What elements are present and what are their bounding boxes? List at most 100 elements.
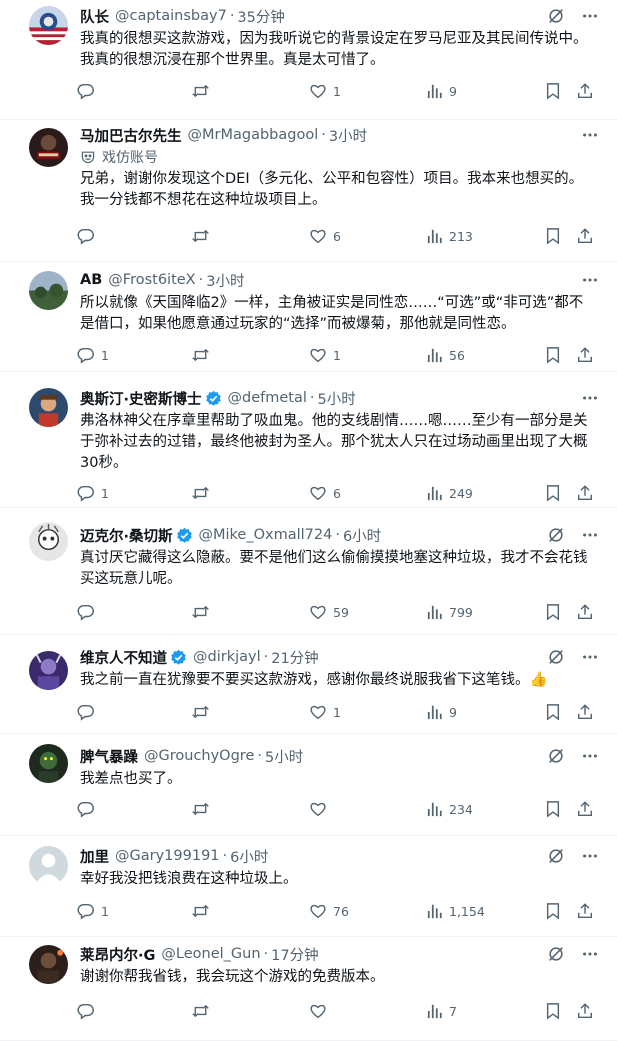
reply-tweet[interactable]: 奥斯汀·史密斯博士 @defmetal · 5小时 弗洛林神父在序章里帮助了吸血鬼。他的… [0,372,617,508]
bookmark-button[interactable] [545,344,561,366]
grok-icon[interactable] [547,945,565,963]
avatar[interactable] [29,651,68,690]
bookmark-button[interactable] [545,701,561,723]
timestamp[interactable]: 6小时 [230,846,268,867]
reply-tweet[interactable]: 莱昂内尔·G @Leonel_Gun · 17分钟 谢谢你帮我省钱，我会玩这个游戏的免费… [0,937,617,1041]
retweet-button[interactable] [191,80,216,102]
display-name[interactable]: 莱昂内尔·G [80,944,155,965]
retweet-button[interactable] [191,601,216,623]
avatar[interactable] [29,945,68,984]
avatar[interactable] [29,388,68,427]
reply-tweet[interactable]: 迈克尔·桑切斯 @Mike_Oxmall724 · 6小时 真讨厌它藏得这么隐蔽。要不是… [0,508,617,635]
more-icon[interactable] [581,648,599,666]
views-button[interactable]: 213 [427,225,473,247]
like-button[interactable]: 6 [309,482,341,504]
avatar[interactable] [29,271,68,310]
reply-button[interactable]: 1 [77,900,109,922]
retweet-button[interactable] [191,344,216,366]
views-button[interactable]: 1,154 [427,900,485,922]
grok-icon[interactable] [547,648,565,666]
views-button[interactable]: 9 [427,701,457,723]
share-button[interactable] [576,344,594,366]
like-button[interactable] [309,798,333,820]
like-button[interactable]: 59 [309,601,349,623]
share-button[interactable] [576,900,594,922]
reply-tweet[interactable]: 马加巴古尔先生 @MrMagabbagool · 3小时 戏仿账号 兄弟，谢谢你发现这个D… [0,120,617,262]
share-button[interactable] [576,701,594,723]
share-button[interactable] [576,798,594,820]
grok-icon[interactable] [547,747,565,765]
user-handle[interactable]: @MrMagabbagool [188,127,319,143]
timestamp[interactable]: 21分钟 [271,647,318,668]
avatar[interactable] [29,846,68,885]
reply-button[interactable] [77,601,101,623]
share-button[interactable] [576,80,594,102]
user-handle[interactable]: @GrouchyOgre [144,748,254,764]
avatar[interactable] [29,522,68,561]
retweet-button[interactable] [191,798,216,820]
bookmark-button[interactable] [545,80,561,102]
bookmark-button[interactable] [545,900,561,922]
timestamp[interactable]: 17分钟 [271,944,318,965]
reply-tweet[interactable]: 队长 @captainsbay7 · 35分钟 我真的很想买这款游戏，因为我听说它的背景… [0,0,617,120]
more-icon[interactable] [581,389,599,407]
reply-button[interactable]: 1 [77,344,109,366]
grok-icon[interactable] [547,847,565,865]
views-button[interactable]: 56 [427,344,465,366]
reply-tweet[interactable]: 维京人不知道 @dirkjayl · 21分钟 我之前一直在犹豫要不要买这款游戏，感谢你… [0,635,617,734]
more-icon[interactable] [581,7,599,25]
views-button[interactable]: 234 [427,798,473,820]
timestamp[interactable]: 35分钟 [237,6,284,27]
grok-icon[interactable] [547,7,565,25]
user-handle[interactable]: @Gary199191 [115,848,220,864]
views-button[interactable]: 7 [427,1000,457,1022]
display-name[interactable]: 马加巴古尔先生 [80,125,182,146]
user-handle[interactable]: @defmetal [228,390,307,406]
more-icon[interactable] [581,271,599,289]
share-button[interactable] [576,1000,594,1022]
like-button[interactable] [309,1000,333,1022]
share-button[interactable] [576,225,594,247]
retweet-button[interactable] [191,225,216,247]
bookmark-button[interactable] [545,1000,561,1022]
retweet-button[interactable] [191,900,216,922]
grok-icon[interactable] [547,526,565,544]
timestamp[interactable]: 3小时 [206,270,244,291]
timestamp[interactable]: 6小时 [343,525,381,546]
timestamp[interactable]: 3小时 [329,125,367,146]
display-name[interactable]: 维京人不知道 [80,647,167,668]
views-button[interactable]: 799 [427,601,473,623]
reply-tweet[interactable]: 脾气暴躁 @GrouchyOgre · 5小时 我差点也买了。 234 [0,734,617,836]
reply-tweet[interactable]: AB @Frost6iteX · 3小时 所以就像《天国降临2》一样，主角被证实是同性恋… [0,262,617,372]
retweet-button[interactable] [191,1000,216,1022]
user-handle[interactable]: @dirkjayl [193,649,261,665]
reply-tweet[interactable]: 加里 @Gary199191 · 6小时 幸好我没把钱浪费在这种垃圾上。 1 76 1,154 [0,836,617,937]
share-button[interactable] [576,601,594,623]
bookmark-button[interactable] [545,482,561,504]
more-icon[interactable] [581,526,599,544]
reply-button[interactable]: 1 [77,482,109,504]
bookmark-button[interactable] [545,601,561,623]
like-button[interactable]: 1 [309,344,341,366]
more-icon[interactable] [581,126,599,144]
reply-button[interactable] [77,1000,101,1022]
reply-button[interactable] [77,225,101,247]
display-name[interactable]: 迈克尔·桑切斯 [80,525,173,546]
like-button[interactable]: 1 [309,80,341,102]
user-handle[interactable]: @Mike_Oxmall724 [199,527,333,543]
user-handle[interactable]: @Frost6iteX [108,272,195,288]
like-button[interactable]: 6 [309,225,341,247]
display-name[interactable]: 队长 [80,6,109,27]
views-button[interactable]: 9 [427,80,457,102]
user-handle[interactable]: @Leonel_Gun [161,946,260,962]
more-icon[interactable] [581,945,599,963]
retweet-button[interactable] [191,482,216,504]
avatar[interactable] [29,6,68,45]
display-name[interactable]: AB [80,272,102,288]
reply-button[interactable] [77,80,101,102]
bookmark-button[interactable] [545,225,561,247]
bookmark-button[interactable] [545,798,561,820]
more-icon[interactable] [581,847,599,865]
display-name[interactable]: 加里 [80,846,109,867]
retweet-button[interactable] [191,701,216,723]
